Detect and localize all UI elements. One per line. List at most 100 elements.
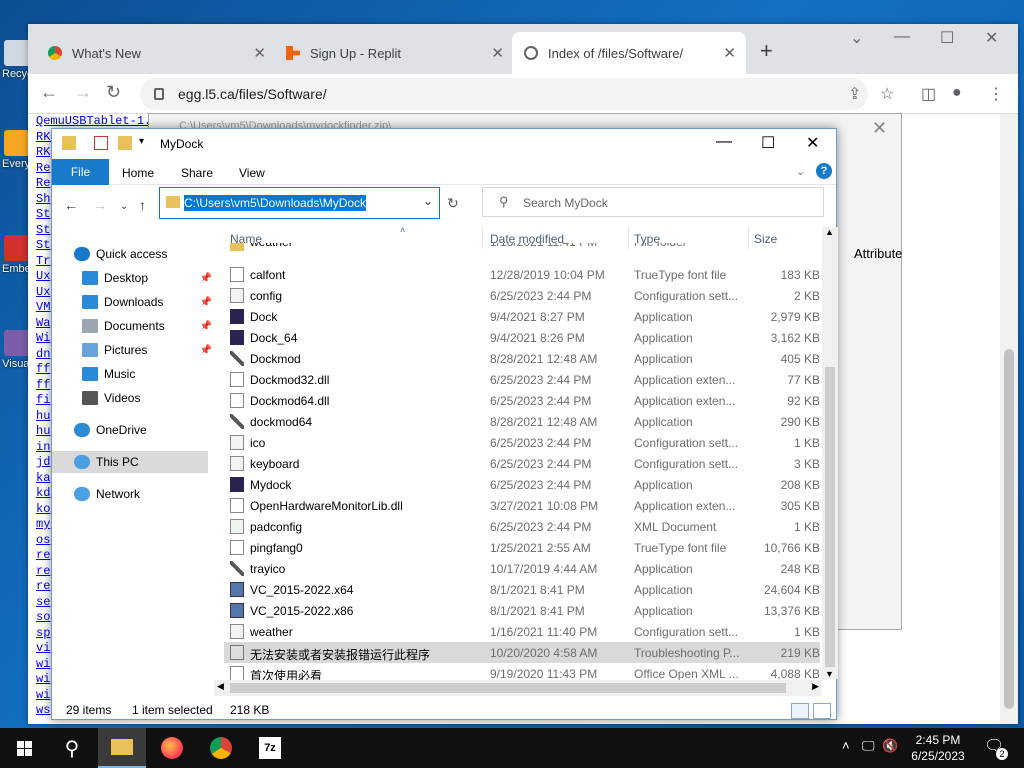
file-row[interactable]: 无法安装或者安装报错运行此程序 10/20/2020 4:58 AM Troub… [224,642,820,663]
help-icon[interactable]: ? [816,163,832,179]
menu-icon[interactable]: ⋮ [988,84,1004,104]
minimize-icon[interactable]: — [716,133,732,151]
file-row[interactable]: VC_2015-2022.x86 8/1/2021 8:41 PM Applic… [224,600,820,621]
share-icon[interactable]: ⇪ [848,84,861,104]
back-icon[interactable]: ← [64,197,78,213]
refresh-icon[interactable]: ↻ [447,195,459,212]
listing-link[interactable]: Wi [36,331,50,345]
listing-link[interactable]: ff [36,362,50,376]
tab-whats-new[interactable]: What's New ✕ [36,32,276,74]
address-input[interactable]: C:\Users\vm5\Downloads\MyDock ⌄ [159,187,440,219]
listing-link[interactable]: hu [36,409,50,423]
file-row[interactable]: OpenHardwareMonitorLib.dll 3/27/2021 10:… [224,495,820,516]
page-scrollbar[interactable] [1000,114,1018,724]
file-row[interactable]: Dockmod32.dll 6/25/2023 2:44 PM Applicat… [224,369,820,390]
listing-link[interactable]: kd [36,486,50,500]
show-hidden-icons[interactable]: ˄ [842,738,850,753]
expand-ribbon-icon[interactable]: ⌄ [796,165,805,178]
listing-link[interactable]: Ux [36,285,50,299]
attribute-column[interactable]: Attribute [854,246,902,261]
file-row[interactable]: weather 1/16/2021 11:40 PM Configuration… [224,621,820,642]
file-row[interactable]: Dockmod64.dll 6/25/2023 2:44 PM Applicat… [224,390,820,411]
up-icon[interactable]: ↑ [139,197,146,213]
listing-link[interactable]: wi [36,672,50,686]
file-row[interactable]: weather 1/16/2021 11:41 PM File folder [224,243,820,251]
new-tab-icon[interactable]: + [760,38,773,64]
listing-link[interactable]: jd [36,455,50,469]
file-row[interactable]: VC_2015-2022.x64 8/1/2021 8:41 PM Applic… [224,579,820,600]
tab-home[interactable]: Home [122,166,154,180]
taskbar-file-explorer[interactable] [98,728,146,768]
maximize-icon[interactable]: ☐ [761,133,775,153]
listing-link[interactable]: Re [36,176,50,190]
tab-file[interactable]: File [52,159,109,185]
file-row[interactable]: keyboard 6/25/2023 2:44 PM Configuration… [224,453,820,474]
tab-search-icon[interactable]: ⌄ [850,28,863,48]
close-tab-icon[interactable]: ✕ [491,44,504,62]
minimize-icon[interactable]: — [894,28,910,46]
listing-link[interactable]: re [36,579,50,593]
nav-item-documents[interactable]: Documents 📌 [82,315,212,337]
close-tab-icon[interactable]: ✕ [723,44,736,62]
properties-icon[interactable] [94,136,108,150]
search-button[interactable]: ⚲ [48,728,96,768]
listing-link[interactable]: RK [36,145,50,159]
listing-link[interactable]: St [36,238,50,252]
listing-link[interactable]: my [36,517,50,531]
file-row[interactable]: Dock_64 9/4/2021 8:26 PM Application 3,1… [224,327,820,348]
listing-link[interactable]: vi [36,641,50,655]
listing-link[interactable]: St [36,207,50,221]
forward-icon[interactable]: → [74,82,92,103]
tab-replit[interactable]: Sign Up - Replit ✕ [274,32,514,74]
listing-link[interactable]: wi [36,688,50,702]
file-row[interactable]: ico 6/25/2023 2:44 PM Configuration sett… [224,432,820,453]
listing-link[interactable]: ff [36,378,50,392]
file-row[interactable]: calfont 12/28/2019 10:04 PM TrueType fon… [224,264,820,285]
maximize-icon[interactable]: ☐ [940,28,954,48]
chevron-down-icon[interactable]: ⌄ [423,194,433,208]
bookmark-star-icon[interactable]: ☆ [880,84,894,104]
tab-share[interactable]: Share [181,166,213,180]
nav-item-this-pc[interactable]: This PC [52,451,208,473]
file-row[interactable]: Mydock 6/25/2023 2:44 PM Application 208… [224,474,820,495]
listing-link[interactable]: fi [36,393,50,407]
listing-link[interactable]: ws [36,703,50,717]
nav-item-network[interactable]: Network [74,483,204,505]
listing-link[interactable]: Re [36,161,50,175]
address-bar[interactable]: egg.l5.ca/files/Software/ [140,78,868,110]
clock[interactable]: 2:45 PM 6/25/2023 [900,732,976,764]
large-icons-view-icon[interactable] [813,703,831,719]
file-row[interactable]: padconfig 6/25/2023 2:44 PM XML Document… [224,516,820,537]
listing-link[interactable]: Tr [36,254,50,268]
nav-item-onedrive[interactable]: OneDrive [74,419,204,441]
start-button[interactable] [0,728,48,768]
listing-link[interactable]: se [36,595,50,609]
nav-item-quick-access[interactable]: Quick access [74,243,204,265]
nav-item-pictures[interactable]: Pictures 📌 [82,339,212,361]
file-list-hscroll[interactable]: ◀ ▶ [214,680,822,696]
tab-index-software[interactable]: Index of /files/Software/ ✕ [512,32,746,74]
listing-link[interactable]: so [36,610,50,624]
recent-locations-icon[interactable]: ⌄ [120,201,128,212]
volume-icon[interactable]: 🔇 [882,738,898,754]
nav-item-desktop[interactable]: Desktop 📌 [82,267,212,289]
file-row[interactable]: pingfang0 1/25/2021 2:55 AM TrueType fon… [224,537,820,558]
listing-link[interactable]: wi [36,657,50,671]
taskbar-firefox[interactable] [148,728,196,768]
tab-view[interactable]: View [239,166,265,180]
profile-icon[interactable]: ● [952,84,962,102]
listing-link[interactable]: Wa [36,316,50,330]
listing-link[interactable]: os [36,533,50,547]
nav-item-downloads[interactable]: Downloads 📌 [82,291,212,313]
file-row[interactable]: Dock 9/4/2021 8:27 PM Application 2,979 … [224,306,820,327]
chevron-down-icon[interactable]: ▾ [139,136,144,147]
listing-link[interactable]: re [36,548,50,562]
back-icon[interactable]: ← [40,82,58,103]
close-tab-icon[interactable]: ✕ [253,44,266,62]
forward-icon[interactable]: → [93,197,107,213]
close-icon[interactable]: ✕ [806,133,819,153]
new-folder-icon[interactable] [118,136,132,150]
listing-link[interactable]: Sh [36,192,50,206]
listing-link[interactable]: re [36,564,50,578]
file-list-vscroll[interactable]: ▲ ▼ [822,227,838,679]
